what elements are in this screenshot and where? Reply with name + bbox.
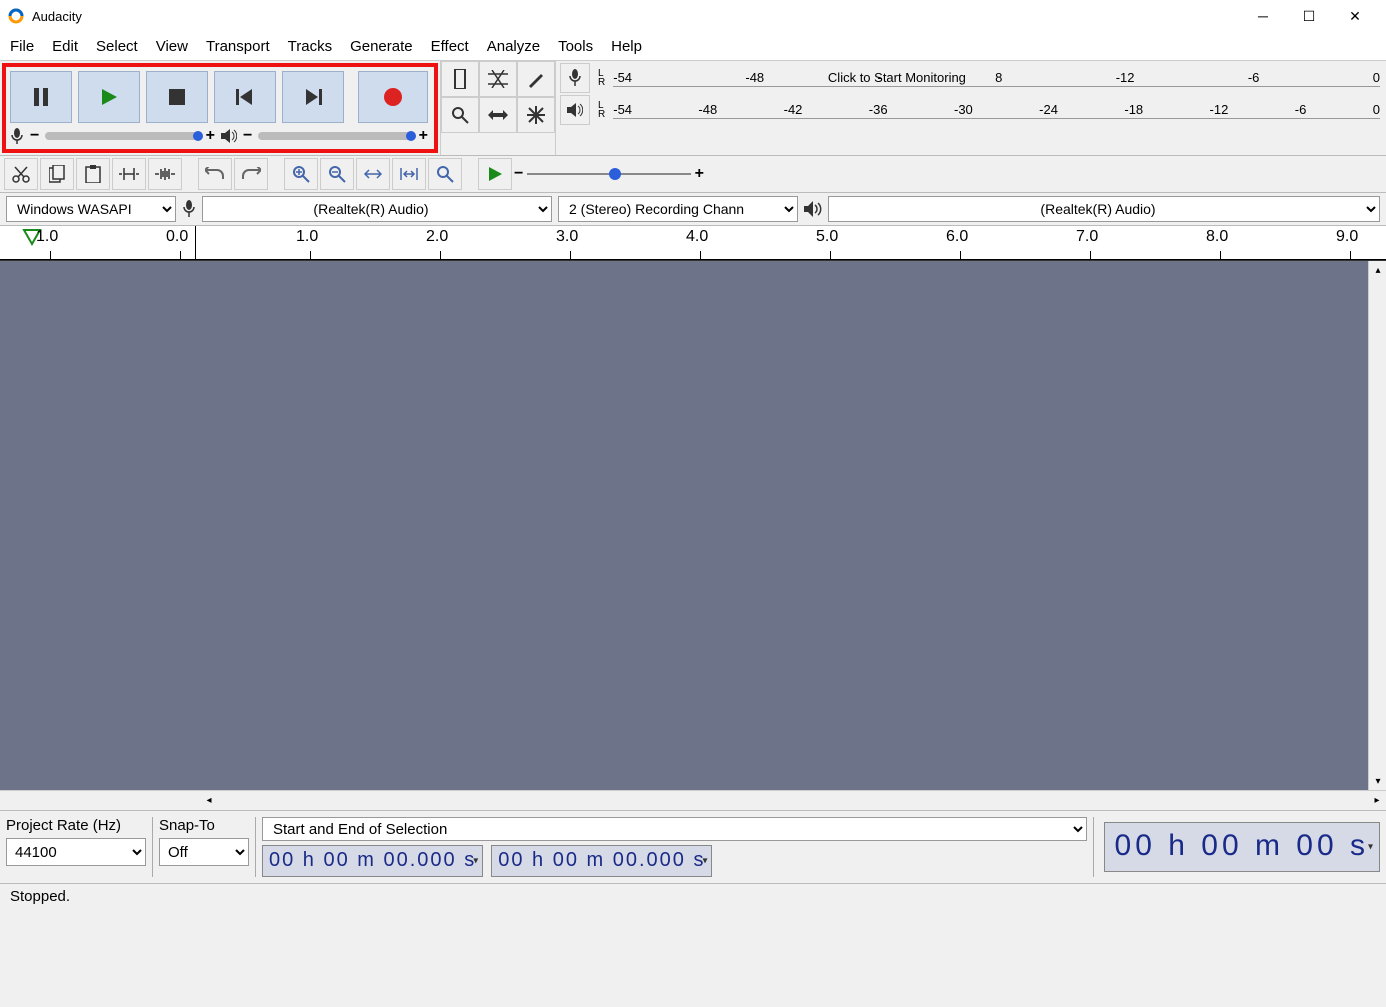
- zoom-toggle-button[interactable]: [428, 158, 462, 190]
- undo-button[interactable]: [198, 158, 232, 190]
- selection-start-time[interactable]: 00 h 00 m 00.000 s▾: [262, 845, 483, 877]
- recording-channels-select[interactable]: 2 (Stereo) Recording Chann: [558, 196, 798, 222]
- menu-generate[interactable]: Generate: [350, 38, 413, 55]
- status-bar: Stopped.: [0, 883, 1386, 911]
- minimize-button[interactable]: ─: [1240, 0, 1286, 32]
- rec-volume-slider[interactable]: [45, 132, 199, 140]
- meter-lr-label-2: LR: [598, 101, 605, 119]
- minus-icon-3: −: [514, 165, 523, 183]
- silence-button[interactable]: [148, 158, 182, 190]
- trim-button[interactable]: [112, 158, 146, 190]
- close-button[interactable]: ✕: [1332, 0, 1378, 32]
- vertical-scrollbar[interactable]: ▴ ▾: [1368, 261, 1386, 790]
- menu-help[interactable]: Help: [611, 38, 642, 55]
- selection-end-time[interactable]: 00 h 00 m 00.000 s▾: [491, 845, 712, 877]
- cut-button[interactable]: [4, 158, 38, 190]
- selection-tool[interactable]: [441, 61, 479, 97]
- project-rate-select[interactable]: 44100: [6, 838, 146, 866]
- audio-position-time[interactable]: 00 h 00 m 00 s▾: [1104, 822, 1380, 872]
- scroll-up-icon[interactable]: ▴: [1369, 261, 1386, 279]
- draw-tool[interactable]: [517, 61, 555, 97]
- minus-icon-2: −: [243, 127, 252, 145]
- rec-volume-slider-row: − + − +: [10, 127, 428, 145]
- titlebar: Audacity ─ ☐ ✕: [0, 0, 1386, 32]
- rec-meter[interactable]: -54 -48 - Click to Start Monitoring 8 -1…: [613, 70, 1380, 87]
- scroll-right-icon[interactable]: ▸: [1368, 792, 1386, 810]
- app-title: Audacity: [32, 9, 1240, 24]
- menu-file[interactable]: File: [10, 38, 34, 55]
- recording-device-select[interactable]: (Realtek(R) Audio): [202, 196, 552, 222]
- speaker-icon: [221, 129, 237, 143]
- tools-toolbar: [440, 61, 555, 155]
- play-meter[interactable]: -54 -48 -42 -36 -30 -24 -18 -12 -6 0: [613, 102, 1380, 119]
- menubar: File Edit Select View Transport Tracks G…: [0, 32, 1386, 60]
- snap-to-select[interactable]: Off: [159, 838, 249, 866]
- scroll-left-icon[interactable]: ◂: [200, 792, 218, 810]
- record-button[interactable]: [358, 71, 428, 123]
- envelope-tool[interactable]: [479, 61, 517, 97]
- zoom-in-button[interactable]: [284, 158, 318, 190]
- minus-icon: −: [30, 127, 39, 145]
- play-meter-speaker-icon[interactable]: [560, 95, 590, 125]
- edit-toolbar: − +: [0, 156, 1386, 193]
- horizontal-scrollbar[interactable]: ◂ ▸: [0, 790, 1386, 810]
- menu-effect[interactable]: Effect: [431, 38, 469, 55]
- plus-icon-3: +: [695, 165, 704, 183]
- meters: LR -54 -48 - Click to Start Monitoring 8…: [555, 61, 1386, 155]
- app-icon: [8, 8, 24, 24]
- maximize-button[interactable]: ☐: [1286, 0, 1332, 32]
- toolbar: − + − + LR -54 -48 -: [0, 60, 1386, 156]
- plus-icon: +: [206, 127, 215, 145]
- play-at-speed-button[interactable]: [478, 158, 512, 190]
- selection-toolbar: Project Rate (Hz) 44100 Snap-To Off Star…: [0, 810, 1386, 883]
- copy-button[interactable]: [40, 158, 74, 190]
- menu-edit[interactable]: Edit: [52, 38, 78, 55]
- plus-icon-2: +: [419, 127, 428, 145]
- audio-host-select[interactable]: Windows WASAPI: [6, 196, 176, 222]
- playback-device-select[interactable]: (Realtek(R) Audio): [828, 196, 1380, 222]
- device-toolbar: Windows WASAPI (Realtek(R) Audio) 2 (Ste…: [0, 193, 1386, 226]
- zoom-tool[interactable]: [441, 97, 479, 133]
- rec-meter-message: Click to Start Monitoring: [828, 70, 966, 85]
- mic-icon: [10, 128, 24, 144]
- menu-view[interactable]: View: [156, 38, 188, 55]
- timeline-ruler[interactable]: 1.0 0.0 1.0 2.0 3.0 4.0 5.0 6.0 7.0 8.0 …: [0, 226, 1386, 260]
- pause-button[interactable]: [10, 71, 72, 123]
- fit-selection-button[interactable]: [356, 158, 390, 190]
- mic-icon-2: [182, 200, 196, 218]
- menu-tracks[interactable]: Tracks: [288, 38, 332, 55]
- play-volume-slider[interactable]: [258, 132, 412, 140]
- menu-select[interactable]: Select: [96, 38, 138, 55]
- zoom-out-button[interactable]: [320, 158, 354, 190]
- speaker-icon-2: [804, 201, 822, 217]
- multi-tool[interactable]: [517, 97, 555, 133]
- project-rate-label: Project Rate (Hz): [6, 817, 146, 834]
- meter-lr-label: LR: [598, 69, 605, 87]
- snap-to-label: Snap-To: [159, 817, 249, 834]
- transport-toolbar-highlight: − + − +: [2, 63, 438, 153]
- skip-end-button[interactable]: [282, 71, 344, 123]
- skip-start-button[interactable]: [214, 71, 276, 123]
- menu-analyze[interactable]: Analyze: [487, 38, 540, 55]
- timeshift-tool[interactable]: [479, 97, 517, 133]
- track-area[interactable]: ▴ ▾: [0, 260, 1386, 790]
- menu-transport[interactable]: Transport: [206, 38, 270, 55]
- menu-tools[interactable]: Tools: [558, 38, 593, 55]
- rec-meter-mic-icon[interactable]: [560, 63, 590, 93]
- stop-button[interactable]: [146, 71, 208, 123]
- playback-speed-slider[interactable]: − +: [514, 165, 704, 183]
- status-text: Stopped.: [10, 888, 70, 905]
- redo-button[interactable]: [234, 158, 268, 190]
- fit-project-button[interactable]: [392, 158, 426, 190]
- paste-button[interactable]: [76, 158, 110, 190]
- selection-mode-select[interactable]: Start and End of Selection: [262, 817, 1087, 841]
- play-button[interactable]: [78, 71, 140, 123]
- scroll-down-icon[interactable]: ▾: [1369, 772, 1386, 790]
